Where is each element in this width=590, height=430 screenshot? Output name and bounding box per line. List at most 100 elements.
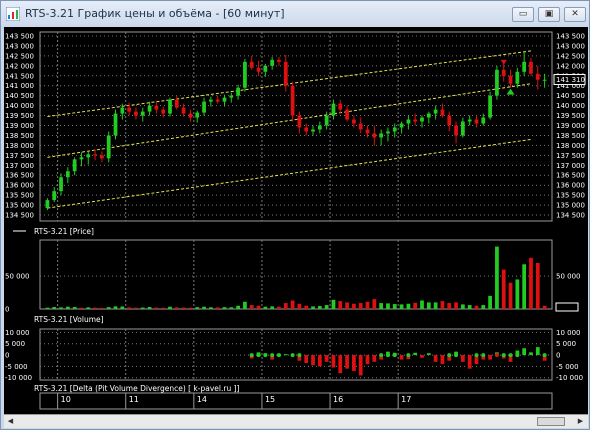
candle-body [229,95,234,98]
restore-button[interactable]: ▣ [538,7,560,22]
horizontal-scrollbar[interactable]: ◀ ▶ [4,414,588,428]
candle-body [154,105,159,110]
volume-bar [45,307,50,309]
candle-body [290,85,295,116]
volume-bar [522,264,527,309]
volume-bar [263,306,268,309]
volume-bar [147,307,152,309]
volume-bar [481,305,486,309]
candle-body [358,123,363,130]
volume-bar [352,303,356,309]
delta-tick-label-right: -5 000 [556,363,579,371]
delta-bar [338,355,343,374]
volume-bar [488,295,492,309]
candle-body [297,115,302,128]
delta-bar [283,354,288,356]
volume-bar [290,300,295,309]
delta-bar [345,355,349,369]
volume-bar [168,306,172,309]
delta-dot [494,353,499,358]
delta-bar [352,355,356,371]
volume-bar [93,307,97,309]
delta-dot [508,353,513,358]
volume-zero-label: 0 [5,306,9,314]
delta-bar [324,355,329,362]
delta-dot [249,353,254,358]
date-tick-label: 16 [333,395,343,404]
price-tick-label-right: 137 500 [556,152,585,160]
candle-body [120,107,125,114]
volume-bar [215,307,220,309]
scroll-left-icon[interactable]: ◀ [5,416,16,427]
price-tick-label-left: 134 500 [5,212,34,220]
volume-bar [202,306,206,309]
candle-body [222,97,227,102]
close-icon: ✕ [571,9,579,19]
minimize-icon: ▭ [518,9,528,19]
delta-bar [522,348,527,356]
delta-tick-label-left: 10 000 [5,329,30,337]
delta-bar [460,355,465,362]
scroll-right-icon[interactable]: ▶ [575,416,586,427]
delta-bar [413,352,418,356]
price-tick-label-left: 137 000 [5,162,34,170]
volume-bar [426,302,431,309]
close-button[interactable]: ✕ [564,7,586,22]
candle-body [168,99,172,114]
volume-bar [365,301,370,309]
candle-body [467,119,472,122]
volume-bar [79,307,84,309]
minimize-button[interactable]: ▭ [512,7,534,22]
delta-bar [467,355,472,369]
candle-body [488,95,492,118]
candle-body [311,129,315,132]
chart-area[interactable]: 10 11 14 15 16 17 143 500 143 500 143 000 143 000… [4,27,588,423]
price-tick-label-left: 138 500 [5,132,34,140]
delta-dot [290,353,295,358]
candle-body [413,119,418,122]
price-tick-label-left: 139 000 [5,122,34,130]
price-tick-label-right: 140 000 [556,102,585,110]
candle-body [365,129,370,134]
title-bar[interactable]: RTS-3.21 График цены и объёма - [60 мину… [1,1,589,27]
volume-bar [508,282,513,309]
price-tick-label-left: 137 500 [5,152,34,160]
price-tick-label-right: 139 000 [556,122,585,130]
volume-bar [413,302,418,309]
scrollbar-thumb[interactable] [537,417,565,426]
candle-body [208,99,213,102]
delta-bar [372,355,377,362]
volume-bar [324,305,329,309]
price-tick-label-left: 139 500 [5,112,34,120]
volume-bar [283,303,288,309]
trend-channel-line [47,83,532,158]
candle-body [324,115,329,126]
candle-body [86,154,91,158]
price-tick-label-right: 136 500 [556,172,585,180]
volume-bar [372,299,377,309]
candle-body [100,155,104,159]
candle-body [277,59,281,62]
volume-bar [65,306,70,309]
candle-body [106,135,111,159]
candle-body [134,111,138,116]
trend-channel-line [47,138,532,209]
volume-bar [174,307,179,309]
date-tick-label: 10 [61,395,71,404]
candle-body [495,69,499,96]
delta-tick-label-left: 0 [5,352,9,360]
date-tick-label: 17 [401,395,411,404]
candle-body [454,125,458,136]
candle-body [392,127,397,132]
volume-bar [317,306,322,309]
volume-bar [195,307,200,309]
volume-bar [127,307,132,309]
delta-bar [433,355,438,362]
candle-body [406,119,411,124]
delta-bar [440,355,445,365]
candle-body [215,99,220,102]
delta-bar [426,353,431,356]
chart-canvas[interactable]: 10 11 14 15 16 17 143 500 143 500 143 000 143 000… [4,27,588,414]
candle-body [113,113,118,136]
delta-bar [535,347,540,356]
